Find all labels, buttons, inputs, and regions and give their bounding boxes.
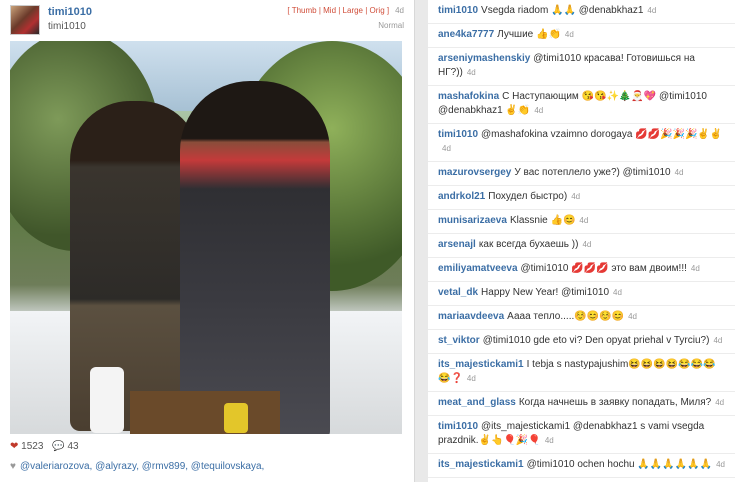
avatar[interactable] [10,5,40,35]
comment-text: Аааа тепло.....☺️😊☺️😊 [507,311,625,322]
comment-text: @timi1010 💋💋💋 это вам двоим!!! [520,263,687,274]
comment-age: 4d [713,336,723,345]
comment-text: Похудел быстро) [488,191,568,202]
comment-username[interactable]: arsenajl [438,239,476,250]
comment-username[interactable]: timi1010 [438,5,478,16]
likers-text[interactable]: @valeriarozova, @alyrazy, @rmv899, @tequ… [20,461,264,472]
comment-row: mazurovsergey У вас потеплело уже?) @timi… [428,162,735,186]
comment-row: arsenajl как всегда бухаешь )) 4d [428,234,735,258]
comment-row: denabkhaz1Загорелые не по погоде ❓😂😂😂4d [428,478,735,482]
comment-age: 4d [466,68,476,77]
comment-text: @mashafokina vzaimno dorogaya 💋💋🎉🎉🎉✌️✌️ [481,129,723,140]
comment-age: 4d [613,288,622,297]
comment-username[interactable]: arseniymashenskiy [438,53,530,64]
comment-row: meat_and_glass Когда начнешь в заявку поп… [428,392,735,416]
comment-row: its_majestickami1 @timi1010 ochen hochu 🙏… [428,454,735,478]
comment-username[interactable]: emiliyamatveeva [438,263,518,274]
comment-row: timi1010 @mashafokina vzaimno dorogaya 💋💋… [428,124,735,162]
filter-label: Normal [378,21,404,30]
comment-username[interactable]: st_viktor [438,335,480,346]
likers-list: ♥ @valeriarozova, @alyrazy, @rmv899, @teq… [10,461,264,472]
heart-icon[interactable]: ❤ [10,441,18,452]
comment-text: Vsegda riadom 🙏🙏 @denabkhaz1 [481,5,644,16]
comment-row: timi1010 @its_majestickami1 @denabkhaz1 s… [428,416,735,454]
comment-age: 4d [564,30,574,39]
comment-username[interactable]: munisarizaeva [438,215,507,226]
comments-panel: timi1010 Vsegda riadom 🙏🙏 @denabkhaz1 4d an… [428,0,735,482]
comment-row: its_majestickami1 I tebja s nastypajushim… [428,354,735,392]
comment-text: Лучшие 👍👏 [497,29,561,40]
comment-username[interactable]: mashafokina [438,91,499,102]
comment-text: @timi1010 ochen hochu 🙏🙏🙏🙏🙏🙏 [526,459,713,470]
comment-age: 4d [442,144,451,153]
comment-row: mashafokina С Наступающим 😘😘✨🎄🎅💖 @timi101… [428,86,735,124]
post-card: timi1010 timi1010 [ Thumb | Mid | Large … [0,0,415,482]
comment-username[interactable]: vetal_dk [438,287,478,298]
comment-row: vetal_dk Happy New Year! @timi1010 4d [428,282,735,306]
comment-row: mariaavdeeva Аааа тепло.....☺️😊☺️😊 4d [428,306,735,330]
comment-bubble-icon[interactable]: 💬 [52,441,64,452]
post-photo[interactable] [10,41,402,434]
comment-age: 4d [582,240,592,249]
comment-age: 4d [690,264,700,273]
comment-username[interactable]: its_majestickami1 [438,359,524,370]
comment-username[interactable]: its_majestickami1 [438,459,524,470]
comment-text: Klassnie 👍😊 [509,215,576,226]
comment-row: andrkol21 Похудел быстро) 4d [428,186,735,210]
comment-row: emiliyamatveeva @timi1010 💋💋💋 это вам дво… [428,258,735,282]
comment-age: 4d [534,106,544,115]
comment-text: @timi1010 gde eto vi? Den opyat priehal … [482,335,710,346]
post-header: timi1010 timi1010 [ Thumb | Mid | Large … [0,0,414,38]
comment-row: munisarizaeva Klassnie 👍😊 4d [428,210,735,234]
comment-username[interactable]: timi1010 [438,129,478,140]
comment-username[interactable]: timi1010 [438,421,478,432]
comment-age: 4d [628,312,637,321]
comment-age: 4d [466,374,476,383]
comment-row: ane4ka7777 Лучшие 👍👏 4d [428,24,735,48]
comment-text: как всегда бухаешь )) [478,239,579,250]
comment-username[interactable]: meat_and_glass [438,397,516,408]
heart-small-icon: ♥ [10,461,16,472]
comment-username[interactable]: ane4ka7777 [438,29,494,40]
comment-username[interactable]: mazurovsergey [438,167,511,178]
likes-count: 1523 [21,441,44,452]
comment-text: Когда начнешь в заявку попадать, Миля? [518,397,712,408]
comment-age: 4d [674,168,684,177]
comment-age: 4d [716,460,726,469]
size-links[interactable]: [ Thumb | Mid | Large | Orig ] 4d [287,6,404,15]
comment-row: st_viktor @timi1010 gde eto vi? Den opyat… [428,330,735,354]
comments-count: 43 [67,441,79,452]
comment-age: 4d [647,6,657,15]
post-subname: timi1010 [48,21,86,32]
post-stats: ❤ 1523 💬 43 [10,441,79,452]
post-username[interactable]: timi1010 [48,6,92,18]
comment-row: timi1010 Vsegda riadom 🙏🙏 @denabkhaz1 4d [428,0,735,24]
comment-text: У вас потеплело уже?) @timi1010 [514,167,671,178]
comment-age: 4d [715,398,725,407]
comment-age: 4d [571,192,581,201]
comment-text: Happy New Year! @timi1010 [481,287,610,298]
comment-age: 4d [579,216,589,225]
comment-username[interactable]: andrkol21 [438,191,485,202]
comment-age: 4d [544,436,554,445]
comment-row: arseniymashenskiy @timi1010 красава! Гото… [428,48,735,86]
comment-username[interactable]: mariaavdeeva [438,311,504,322]
post-age: 4d [395,6,404,15]
